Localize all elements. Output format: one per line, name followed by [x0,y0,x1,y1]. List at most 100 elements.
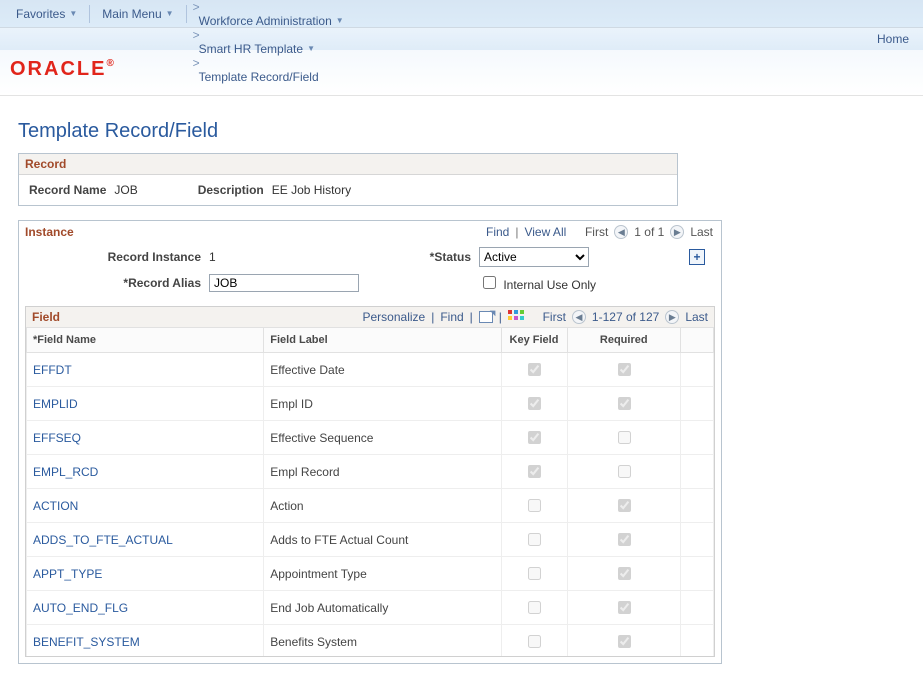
field-table: *Field Name Field Label Key Field Requir… [26,327,714,657]
divider-pipe: | [431,310,434,324]
prev-icon[interactable]: ◀ [614,225,628,239]
instance-last-label: Last [690,225,713,239]
instance-viewall-link[interactable]: View All [524,225,566,239]
status-select[interactable]: Active [479,247,589,267]
page-body: Template Record/Field Record Record Name… [0,96,923,674]
status-wrap: Active [479,247,659,267]
col-field-name[interactable]: *Field Name [27,328,264,353]
personalize-link[interactable]: Personalize [363,310,426,324]
field-name-cell[interactable]: EMPL_RCD [27,455,264,489]
field-last-label: Last [685,310,708,324]
breadcrumb-separator: > [193,56,200,70]
key-field-checkbox [528,363,541,376]
spacer-cell [680,387,713,421]
oracle-logo: ORACLE® [10,58,116,80]
record-panel-header: Record [19,154,677,175]
field-find-link[interactable]: Find [440,310,463,324]
divider-pipe: | [470,310,473,324]
field-name-cell[interactable]: BENEFIT_SYSTEM [27,625,264,658]
divider-pipe: | [499,310,502,324]
field-label-cell: Effective Date [264,353,501,387]
record-alias-label: *Record Alias [29,276,209,290]
main-menu-label: Main Menu [102,7,161,21]
table-row: ACTIONAction [27,489,714,523]
instance-header: Instance Find | View All First ◀ 1 of 1 … [19,221,721,241]
home-link[interactable]: Home [877,32,909,46]
spacer-cell [680,625,713,658]
instance-panel: Instance Find | View All First ◀ 1 of 1 … [18,220,722,664]
table-row: EFFSEQEffective Sequence [27,421,714,455]
field-grid-scroll[interactable]: *Field Name Field Label Key Field Requir… [25,327,715,657]
instance-first-label: First [585,225,608,239]
field-name-cell[interactable]: EFFDT [27,353,264,387]
table-row: BENEFIT_SYSTEMBenefits System [27,625,714,658]
record-desc-pair: Description EE Job History [198,183,351,197]
field-name-cell[interactable]: ACTION [27,489,264,523]
next-icon[interactable]: ▶ [670,225,684,239]
table-row: EMPL_RCDEmpl Record [27,455,714,489]
add-row-button[interactable]: + [689,249,705,265]
instance-form: Record Instance 1 *Status Active + *Reco… [19,241,721,302]
required-cell [567,353,680,387]
key-field-cell [501,455,567,489]
spacer-cell [680,523,713,557]
main-menu[interactable]: Main Menu ▼ [92,0,183,27]
instance-find-link[interactable]: Find [486,225,509,239]
key-field-checkbox [528,431,541,444]
table-row: APPT_TYPEAppointment Type [27,557,714,591]
spacer-cell [680,455,713,489]
record-panel-body: Record Name JOB Description EE Job Histo… [19,175,677,205]
key-field-checkbox [528,601,541,614]
divider [89,5,90,23]
key-field-cell [501,489,567,523]
field-name-cell[interactable]: ADDS_TO_FTE_ACTUAL [27,523,264,557]
breadcrumb-item-label: Workforce Administration [199,14,332,28]
required-cell [567,421,680,455]
field-label-cell: Adds to FTE Actual Count [264,523,501,557]
breadcrumb-item-label: Smart HR Template [199,42,303,56]
zoom-icon[interactable] [479,311,493,323]
key-field-cell [501,387,567,421]
col-spacer [680,328,713,353]
field-label-cell: Empl ID [264,387,501,421]
field-range-text: 1-127 of 127 [592,310,659,324]
field-name-cell[interactable]: APPT_TYPE [27,557,264,591]
record-alias-input[interactable] [209,274,359,292]
key-field-cell [501,591,567,625]
col-field-label[interactable]: Field Label [264,328,501,353]
breadcrumb-item[interactable]: Smart HR Template▼ [189,42,354,56]
required-checkbox [618,567,631,580]
breadcrumb-item[interactable]: Template Record/Field [189,70,354,84]
field-name-cell[interactable]: AUTO_END_FLG [27,591,264,625]
spacer-cell [680,591,713,625]
key-field-checkbox [528,397,541,410]
required-cell [567,523,680,557]
col-required[interactable]: Required [567,328,680,353]
field-name-cell[interactable]: EFFSEQ [27,421,264,455]
field-label-cell: Benefits System [264,625,501,658]
key-field-cell [501,625,567,658]
divider [186,5,187,23]
divider-pipe: | [515,225,518,239]
field-name-cell[interactable]: EMPLID [27,387,264,421]
prev-icon[interactable]: ◀ [572,310,586,324]
field-label-cell: Empl Record [264,455,501,489]
page-title: Template Record/Field [18,120,901,143]
required-checkbox [618,499,631,512]
field-label-cell: Appointment Type [264,557,501,591]
key-field-cell [501,353,567,387]
col-key-field[interactable]: Key Field [501,328,567,353]
home-bar: Home [0,28,923,50]
internal-use-checkbox[interactable] [483,276,496,289]
required-checkbox [618,533,631,546]
download-grid-icon[interactable] [508,310,524,324]
required-checkbox [618,601,631,614]
next-icon[interactable]: ▶ [665,310,679,324]
key-field-cell [501,557,567,591]
breadcrumb-item[interactable]: Workforce Administration ▼ [189,14,354,28]
chevron-down-icon: ▼ [336,16,344,25]
required-cell [567,591,680,625]
internal-use-wrap: Internal Use Only [479,273,659,292]
logo-text: ORACLE [10,58,106,80]
favorites-menu[interactable]: Favorites ▼ [6,0,87,27]
